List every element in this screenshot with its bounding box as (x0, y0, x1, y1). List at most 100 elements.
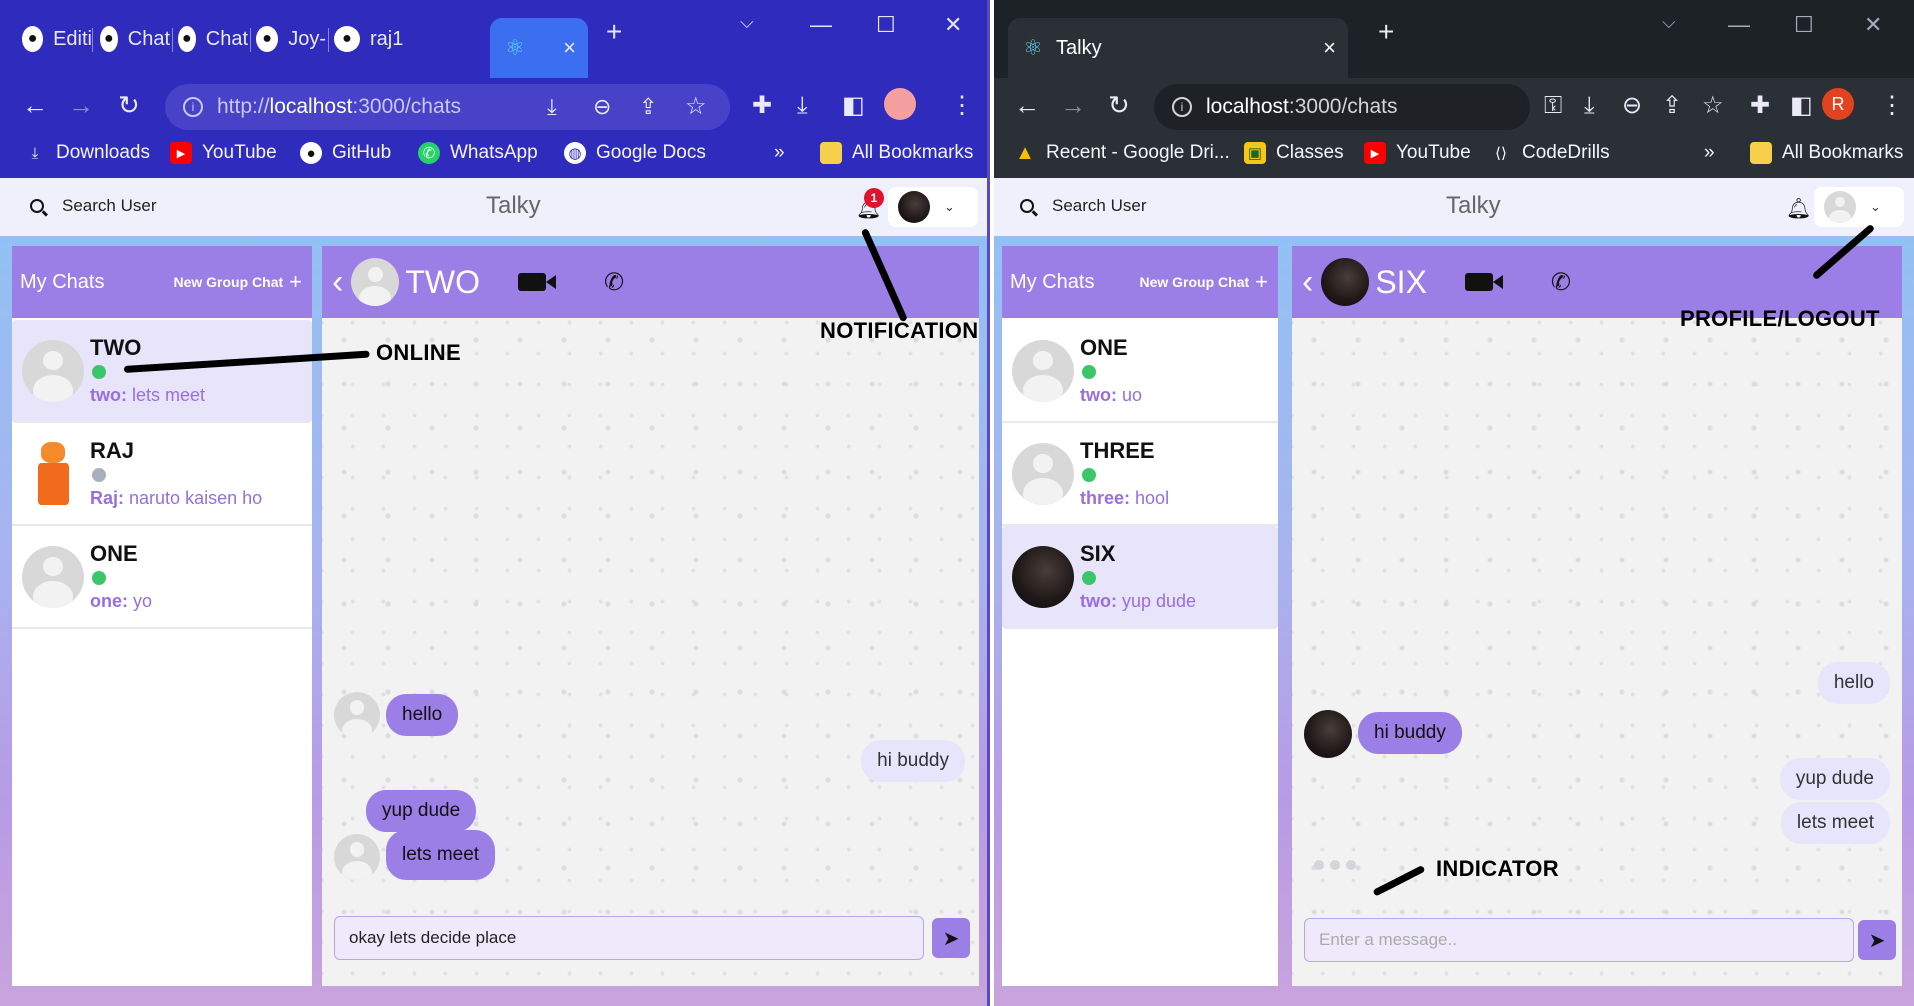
tab-5[interactable]: ● raj1 (334, 18, 406, 60)
list-item[interactable]: ONE two: uo (1002, 320, 1278, 423)
profile-avatar-icon[interactable]: R (1822, 88, 1854, 120)
minimize-icon[interactable]: — (810, 12, 832, 38)
bookmark-star-icon[interactable]: ☆ (1702, 92, 1724, 120)
side-panel-icon[interactable]: ◧ (1790, 92, 1813, 120)
message-bubble-out: yup dude (1779, 758, 1890, 800)
list-item[interactable]: SIX two: yup dude (1002, 526, 1278, 629)
bookmark-google-drive[interactable]: ▲ Recent - Google Dri... (1014, 142, 1230, 164)
bookmark-google-docs[interactable]: ◍ Google Docs (564, 142, 706, 164)
close-window-icon[interactable]: ✕ (944, 12, 962, 38)
tab-1[interactable]: ● Editi (22, 18, 92, 60)
tab-search-icon[interactable]: ⌵ (1662, 12, 1676, 33)
extensions-icon[interactable]: ✚ (1750, 92, 1770, 120)
send-button[interactable]: ➤ (1858, 920, 1896, 960)
preview-sender: Raj: (90, 488, 125, 508)
new-tab-button[interactable]: + (1378, 16, 1394, 48)
address-bar[interactable]: i http://localhost:3000/chats ⤓ ⊖ ⇪ ☆ (165, 84, 730, 130)
profile-avatar-icon[interactable] (884, 88, 916, 120)
share-icon[interactable]: ⇪ (639, 94, 657, 120)
message-input[interactable]: okay lets decide place (334, 916, 924, 960)
bell-icon[interactable]: 🔔︎ (1786, 196, 1811, 221)
downloads-icon[interactable]: ⤓ (797, 92, 808, 120)
back-icon[interactable]: ← (22, 90, 48, 120)
close-tab-icon[interactable]: × (1323, 35, 1336, 61)
message-input[interactable]: Enter a message.. (1304, 918, 1854, 962)
bookmarks-overflow-icon[interactable]: » (1704, 142, 1715, 164)
back-chevron-icon[interactable]: ‹ (1302, 263, 1313, 302)
close-window-icon[interactable]: ✕ (1864, 12, 1882, 38)
new-tab-button[interactable]: + (606, 16, 622, 48)
search-user-button[interactable]: Search User (30, 196, 156, 216)
profile-menu-button[interactable]: ⌄ (1814, 187, 1904, 227)
phone-icon[interactable]: ✆ (604, 268, 624, 297)
tab-active[interactable]: ⚛ Talky × (1008, 18, 1348, 78)
avatar[interactable] (351, 258, 400, 306)
tab-3[interactable]: ● Chat (178, 18, 248, 60)
list-item[interactable]: RAJ Raj: naruto kaisen ho (12, 423, 312, 526)
reload-icon[interactable]: ↻ (118, 90, 140, 120)
bookmark-label: All Bookmarks (1782, 142, 1904, 163)
bookmark-github[interactable]: ● GitHub (300, 142, 391, 164)
maximize-icon[interactable]: ☐ (876, 12, 896, 38)
list-item[interactable]: ONE one: yo (12, 526, 312, 629)
bookmark-youtube[interactable]: ▶ YouTube (1364, 142, 1471, 164)
menu-icon[interactable]: ⋮ (950, 92, 974, 120)
code-icon: ⟨⟩ (1495, 145, 1507, 162)
reload-icon[interactable]: ↻ (1108, 90, 1130, 120)
avatar (334, 834, 380, 880)
zoom-icon[interactable]: ⊖ (593, 94, 611, 120)
back-chevron-icon[interactable]: ‹ (332, 263, 343, 302)
side-panel-icon[interactable]: ◧ (842, 92, 865, 120)
tab-2[interactable]: ● Chat (100, 18, 170, 60)
chat-name: TWO (90, 335, 142, 360)
bookmark-youtube[interactable]: ▶ YouTube (170, 142, 277, 164)
minimize-icon[interactable]: — (1728, 12, 1750, 38)
list-item[interactable]: TWO two: lets meet (12, 320, 312, 423)
install-icon[interactable]: ⤓ (1584, 92, 1595, 120)
close-tab-icon[interactable]: × (563, 35, 576, 61)
chat-title: SIX (1375, 263, 1427, 300)
offline-status-dot (92, 468, 106, 482)
bookmark-all[interactable]: All Bookmarks (1750, 142, 1903, 164)
bookmark-all[interactable]: All Bookmarks (820, 142, 973, 164)
install-icon[interactable]: ⤓ (547, 94, 557, 120)
bookmarks-overflow-icon[interactable]: » (774, 142, 785, 164)
bookmark-whatsapp[interactable]: ✆ WhatsApp (418, 142, 538, 164)
bookmark-star-icon[interactable]: ☆ (685, 92, 707, 121)
video-call-icon[interactable] (1464, 273, 1493, 291)
avatar[interactable] (1321, 258, 1370, 306)
bookmark-downloads[interactable]: ⤓ Downloads (24, 142, 150, 164)
forward-icon[interactable]: → (68, 90, 94, 120)
tab-search-icon[interactable]: ⌵ (740, 12, 754, 33)
phone-icon[interactable]: ✆ (1551, 268, 1571, 297)
search-user-button[interactable]: Search User (1020, 196, 1146, 216)
key-icon[interactable]: ⚿ (1544, 92, 1562, 120)
bookmark-codedrills[interactable]: ⟨⟩ CodeDrills (1490, 142, 1610, 164)
send-button[interactable]: ➤ (932, 918, 970, 958)
github-icon: ● (334, 26, 360, 52)
zoom-icon[interactable]: ⊖ (1622, 92, 1642, 120)
address-bar[interactable]: i localhost:3000/chats (1154, 84, 1530, 130)
chat-item-text: SIX two: yup dude (1080, 541, 1196, 612)
video-call-icon[interactable] (517, 273, 546, 291)
tab-active[interactable]: ⚛ × (490, 18, 588, 78)
list-item[interactable]: THREE three: hool (1002, 423, 1278, 526)
extensions-icon[interactable]: ✚ (752, 92, 772, 120)
new-group-chat-button[interactable]: New Group Chat + (1139, 269, 1268, 295)
menu-icon[interactable]: ⋮ (1880, 92, 1904, 120)
chat-name: ONE (90, 541, 138, 566)
message-bubble-out: hi buddy (861, 740, 965, 782)
tab-4[interactable]: ● Joy- (256, 18, 326, 60)
share-icon[interactable]: ⇪ (1662, 92, 1682, 120)
new-group-chat-button[interactable]: New Group Chat + (173, 269, 302, 295)
search-icon (30, 199, 44, 213)
site-info-icon[interactable]: i (1172, 97, 1192, 117)
back-icon[interactable]: ← (1014, 90, 1040, 120)
maximize-icon[interactable]: ☐ (1794, 12, 1814, 38)
chat-item-text: ONE two: uo (1080, 335, 1142, 406)
bookmark-classes[interactable]: ▣ Classes (1244, 142, 1344, 164)
profile-menu-button[interactable]: ⌄ (888, 187, 978, 227)
site-info-icon[interactable]: i (183, 97, 203, 117)
forward-icon[interactable]: → (1060, 90, 1086, 120)
my-chats-header: My Chats New Group Chat + (1002, 246, 1278, 318)
